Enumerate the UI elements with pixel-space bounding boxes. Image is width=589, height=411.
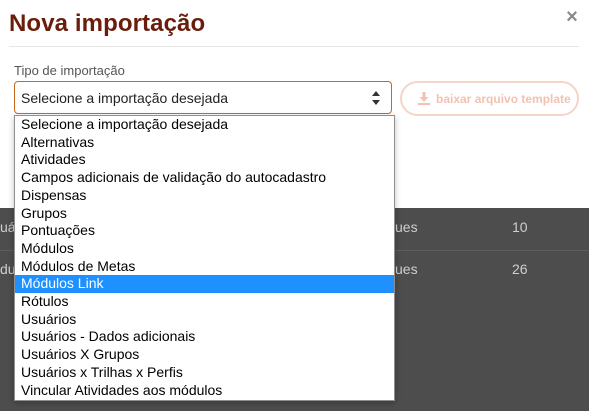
table-cell: 26 bbox=[512, 261, 528, 277]
download-button-label: baixar arquivo template bbox=[436, 92, 571, 106]
dropdown-option[interactable]: Alternativas bbox=[15, 134, 394, 152]
table-cell: ues bbox=[395, 261, 418, 277]
import-modal-page: uá ues 10 du ues 26 Nova importação × Ti… bbox=[0, 0, 589, 411]
dropdown-option[interactable]: Usuários X Grupos bbox=[15, 346, 394, 364]
close-icon[interactable]: × bbox=[562, 6, 582, 28]
dropdown-option[interactable]: Rótulos bbox=[15, 293, 394, 311]
dropdown-option[interactable]: Selecione a importação desejada bbox=[15, 116, 394, 134]
dropdown-option[interactable]: Usuários x Trilhas x Perfis bbox=[15, 364, 394, 382]
dropdown-option[interactable]: Vincular Atividades aos módulos bbox=[15, 382, 394, 400]
import-type-select[interactable]: Selecione a importação desejada bbox=[14, 81, 392, 114]
table-cell: 10 bbox=[512, 219, 528, 235]
download-template-button[interactable]: baixar arquivo template bbox=[400, 81, 579, 116]
select-value: Selecione a importação desejada bbox=[21, 90, 229, 106]
download-icon bbox=[418, 92, 430, 105]
dropdown-option[interactable]: Pontuações bbox=[15, 222, 394, 240]
import-type-dropdown-list: Selecione a importação desejada Alternat… bbox=[14, 115, 395, 401]
import-type-label: Tipo de importação bbox=[14, 63, 125, 78]
dropdown-option[interactable]: Dispensas bbox=[15, 187, 394, 205]
dropdown-option[interactable]: Usuários bbox=[15, 311, 394, 329]
dropdown-option[interactable]: Grupos bbox=[15, 205, 394, 223]
dropdown-option[interactable]: Módulos bbox=[15, 240, 394, 258]
title-divider bbox=[9, 46, 579, 47]
up-down-arrows-icon bbox=[372, 91, 380, 105]
dropdown-option-highlighted[interactable]: Módulos Link bbox=[15, 275, 394, 293]
dropdown-option[interactable]: Usuários - Dados adicionais bbox=[15, 328, 394, 346]
dropdown-option[interactable]: Campos adicionais de validação do autoca… bbox=[15, 169, 394, 187]
table-cell: ues bbox=[395, 219, 418, 235]
dropdown-option[interactable]: Atividades bbox=[15, 151, 394, 169]
dropdown-option[interactable]: Módulos de Metas bbox=[15, 258, 394, 276]
modal-title: Nova importação bbox=[9, 10, 206, 37]
